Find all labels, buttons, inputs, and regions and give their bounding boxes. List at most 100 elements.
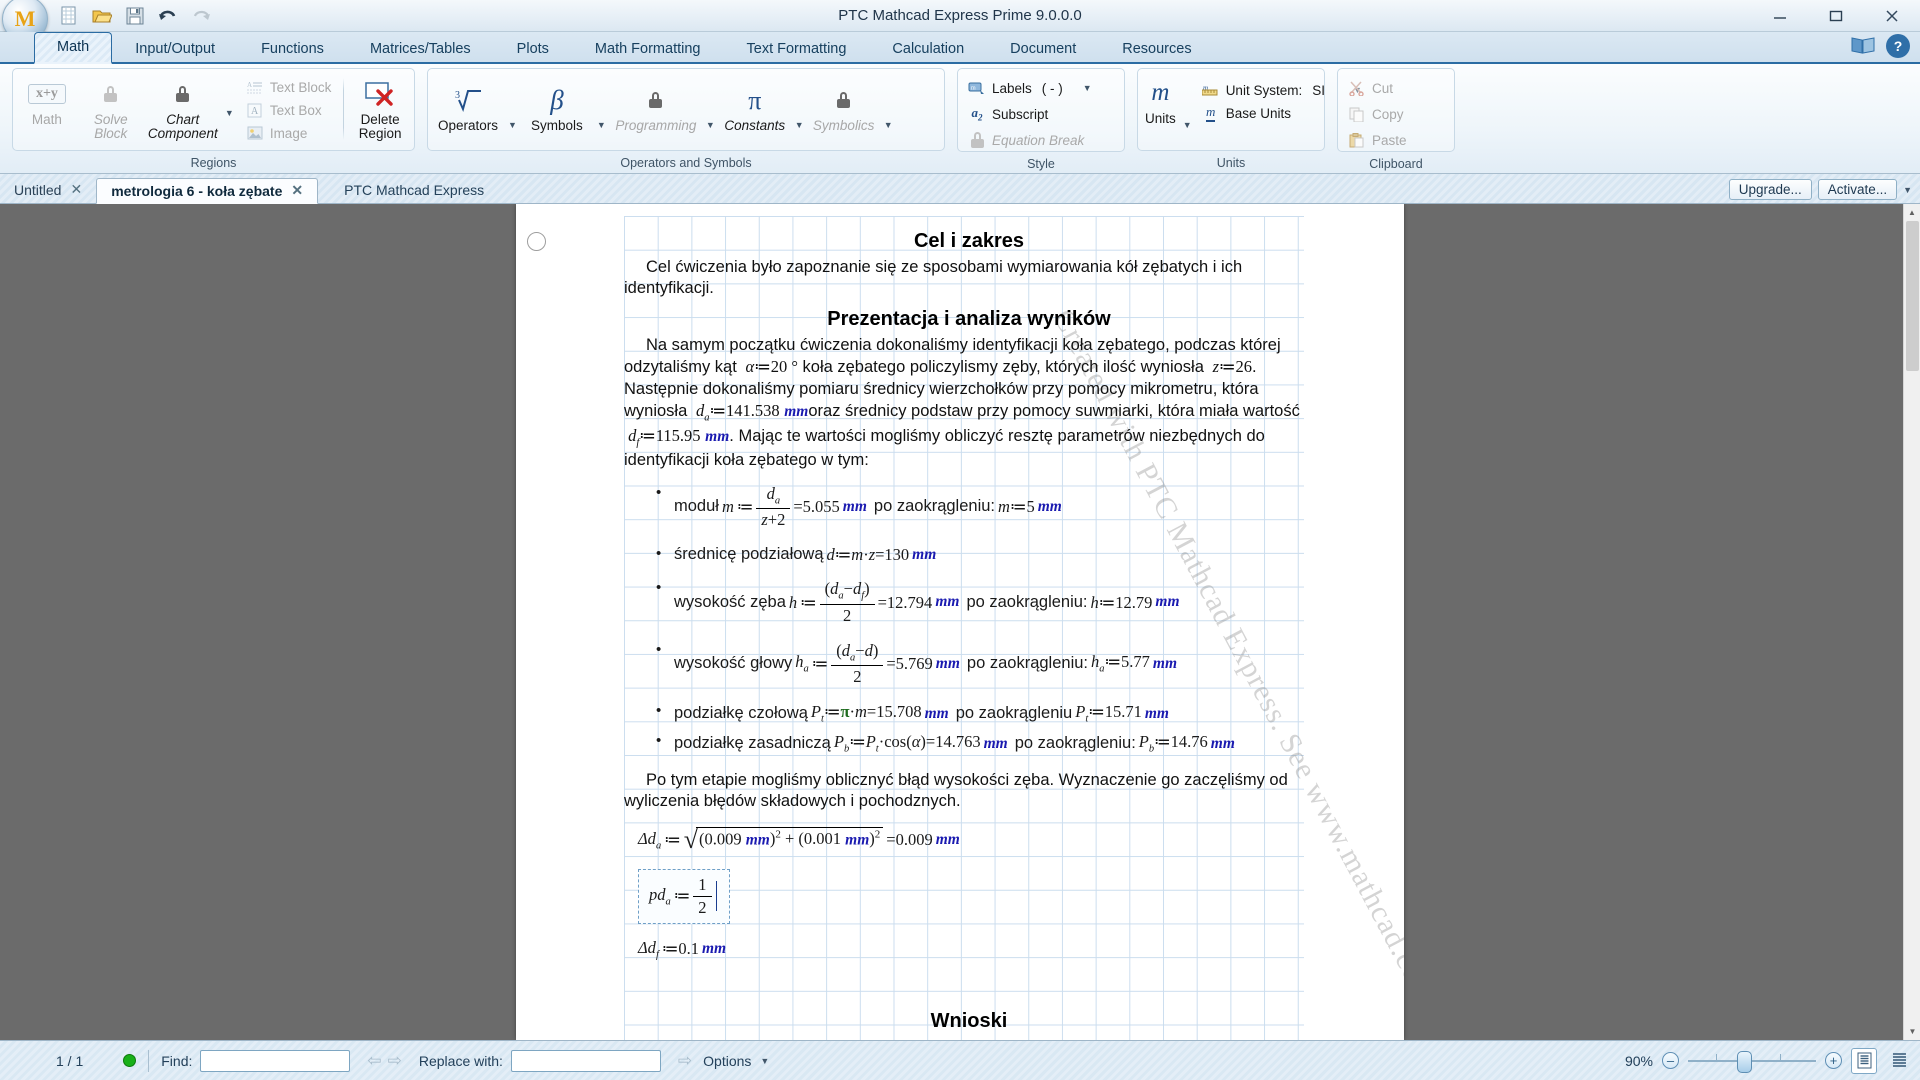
paste-button[interactable]: Paste — [1342, 129, 1450, 151]
scroll-up-icon[interactable]: ▲ — [1904, 204, 1920, 221]
chevron-down-icon[interactable]: ▼ — [597, 120, 606, 150]
bullet-podzialka-czolowa[interactable]: podziałkę czołową Pt≔π·m=15.708 mm po za… — [654, 702, 1314, 726]
heading-prezentacja: Prezentacja i analiza wyników — [827, 307, 1111, 330]
ribbon-tab-calculation[interactable]: Calculation — [869, 34, 987, 64]
vertical-scrollbar[interactable]: ▲ ▼ — [1903, 204, 1920, 1040]
solve-block-button[interactable]: Solve Block — [81, 74, 141, 146]
constants-label: Constants — [724, 118, 786, 134]
copy-icon — [1348, 105, 1366, 123]
chevron-down-icon[interactable]: ▼ — [508, 120, 517, 150]
replace-next-icon[interactable]: ⇨ — [675, 1051, 695, 1071]
chevron-down-icon[interactable]: ▼ — [795, 120, 804, 150]
units-button[interactable]: m Units — [1142, 73, 1179, 131]
zoom-out-button[interactable]: – — [1662, 1052, 1679, 1069]
subscript-button[interactable]: a2 Subscript — [962, 103, 1120, 125]
maximize-button[interactable] — [1808, 0, 1864, 32]
chevron-down-icon[interactable]: ▼ — [225, 108, 234, 118]
bullet-podzialka-zasadnicza[interactable]: podziałkę zasadniczą Pb≔Pt·cos(α)=14.763… — [654, 732, 1314, 756]
chevron-down-icon[interactable]: ▼ — [884, 120, 893, 150]
bullet-srednica-podzialowa[interactable]: średnicę podziałową d≔m·z=130 mm — [654, 545, 1314, 565]
scrollbar-thumb[interactable] — [1906, 221, 1919, 371]
svg-text:3: 3 — [455, 90, 460, 101]
delete-region-icon — [364, 79, 396, 109]
chevron-down-icon[interactable]: ▼ — [706, 120, 715, 150]
chevron-down-icon[interactable]: ▼ — [1183, 120, 1192, 150]
ribbon-tab-plots[interactable]: Plots — [494, 34, 572, 64]
doc-tab-untitled[interactable]: Untitled ✕ — [0, 177, 96, 203]
base-units-label: Base Units — [1225, 105, 1291, 121]
zoom-slider[interactable] — [1688, 1051, 1816, 1073]
save-icon[interactable] — [124, 5, 146, 27]
divider — [148, 1049, 150, 1072]
ribbon-tab-text-formatting[interactable]: Text Formatting — [724, 34, 870, 64]
doc-tab-metrologia[interactable]: metrologia 6 - koła zębate ✕ — [96, 178, 319, 204]
bullet-wysokosc-zeba[interactable]: wysokość zęba h≔ (da−df) 2 =12.794 mm po… — [654, 579, 1314, 626]
equation-pda-wrapper[interactable]: pda ≔ 1 2 — [638, 868, 1314, 924]
math-button[interactable]: x+y Math — [17, 74, 77, 132]
ribbon-tab-math-formatting[interactable]: Math Formatting — [572, 34, 724, 64]
programming-button[interactable]: Programming — [610, 80, 702, 138]
chart-component-button[interactable]: Chart Component — [145, 74, 221, 146]
ribbon-tab-matrices-tables[interactable]: Matrices/Tables — [347, 34, 494, 64]
image-button[interactable]: Image — [240, 122, 338, 144]
bullet-wysokosc-glowy[interactable]: wysokość głowy ha≔ (da−d) 2 =5.769 mm po… — [654, 641, 1314, 688]
text-box-button[interactable]: A Text Box — [240, 99, 338, 121]
pi-symbol-icon: π — [748, 85, 762, 115]
scroll-down-icon[interactable]: ▼ — [1904, 1023, 1920, 1040]
close-button[interactable] — [1864, 0, 1920, 32]
upgrade-button[interactable]: Upgrade... — [1728, 179, 1812, 200]
book-icon[interactable] — [1850, 35, 1876, 58]
para-po-tym-etapie: Po tym etapie mogliśmy oblicznyć błąd wy… — [624, 770, 1288, 811]
close-icon[interactable]: ✕ — [70, 181, 82, 198]
operators-button[interactable]: 3 Operators — [432, 80, 504, 138]
symbolics-label: Symbolics — [812, 118, 875, 134]
ribbon: x+y Math Solve Block Chart Component ▼ A — [0, 64, 1920, 174]
delete-region-button[interactable]: Delete Region — [350, 74, 410, 146]
ribbon-tab-document[interactable]: Document — [987, 34, 1099, 64]
close-icon[interactable]: ✕ — [291, 182, 303, 199]
text-block-button[interactable]: A Text Block — [240, 76, 338, 98]
labels-dropdown[interactable]: m Labels ( - ) ▼ — [962, 77, 1120, 99]
symbolics-button[interactable]: Symbolics — [808, 80, 880, 138]
find-previous-icon[interactable]: ⇦ — [364, 1051, 384, 1071]
selected-math-region[interactable]: pda ≔ 1 2 — [638, 868, 730, 924]
find-input[interactable] — [200, 1049, 351, 1072]
chevron-down-icon[interactable]: ▼ — [760, 1056, 769, 1066]
lock-icon — [837, 85, 851, 115]
bullet-label: moduł — [674, 497, 719, 516]
new-icon[interactable] — [58, 5, 80, 27]
chevron-down-icon[interactable]: ▼ — [1903, 185, 1912, 195]
copy-button[interactable]: Copy — [1342, 103, 1450, 125]
equation-delta-da[interactable]: Δda ≔ √ (0.009 mm)2 + (0.001 mm)2 =0.009 … — [638, 826, 1314, 853]
ribbon-tab-math[interactable]: Math — [34, 32, 113, 64]
options-label[interactable]: Options — [703, 1053, 751, 1069]
document-page[interactable]: Created with PTC Mathcad Express. See ww… — [516, 204, 1404, 1040]
ribbon-tab-functions[interactable]: Functions — [238, 34, 347, 64]
minimize-button[interactable] — [1752, 0, 1808, 32]
open-icon[interactable] — [91, 5, 113, 27]
units-box: m Units ▼ m Unit System: SI ▼ m Base Uni… — [1137, 68, 1362, 151]
undo-icon[interactable] — [157, 5, 179, 27]
replace-input[interactable] — [510, 1049, 661, 1072]
equation-delta-df[interactable]: Δdf ≔0.1 mm — [638, 938, 1314, 960]
page-view-button[interactable] — [1851, 1047, 1877, 1074]
bullet-modul[interactable]: moduł m≔ da z+2 =5.055 mm po zaokrągleni… — [654, 484, 1314, 531]
draft-view-button[interactable] — [1886, 1048, 1912, 1074]
ribbon-tab-input-output[interactable]: Input/Output — [112, 34, 238, 64]
constants-button[interactable]: π Constants — [719, 80, 791, 138]
cut-button[interactable]: Cut — [1342, 77, 1450, 99]
activate-button[interactable]: Activate... — [1817, 179, 1898, 200]
find-next-icon[interactable]: ⇨ — [385, 1051, 405, 1071]
ribbon-tab-resources[interactable]: Resources — [1099, 34, 1214, 64]
slider-knob[interactable] — [1737, 1051, 1752, 1073]
round-text: po zaokrągleniu: — [1014, 733, 1136, 752]
bullet-label: średnicę podziałową — [674, 544, 824, 563]
calculation-status-indicator[interactable] — [123, 1054, 137, 1067]
equation-break-button[interactable]: Equation Break — [962, 129, 1120, 151]
help-button[interactable]: ? — [1886, 34, 1910, 58]
ribbon-group-operators-symbols: 3 Operators ▼ β Symbols ▼ Programming ▼ … — [421, 68, 951, 173]
chevron-down-icon[interactable]: ▼ — [1083, 83, 1092, 93]
zoom-in-button[interactable]: + — [1825, 1052, 1842, 1069]
lock-icon — [176, 79, 190, 109]
symbols-button[interactable]: β Symbols — [521, 80, 593, 138]
